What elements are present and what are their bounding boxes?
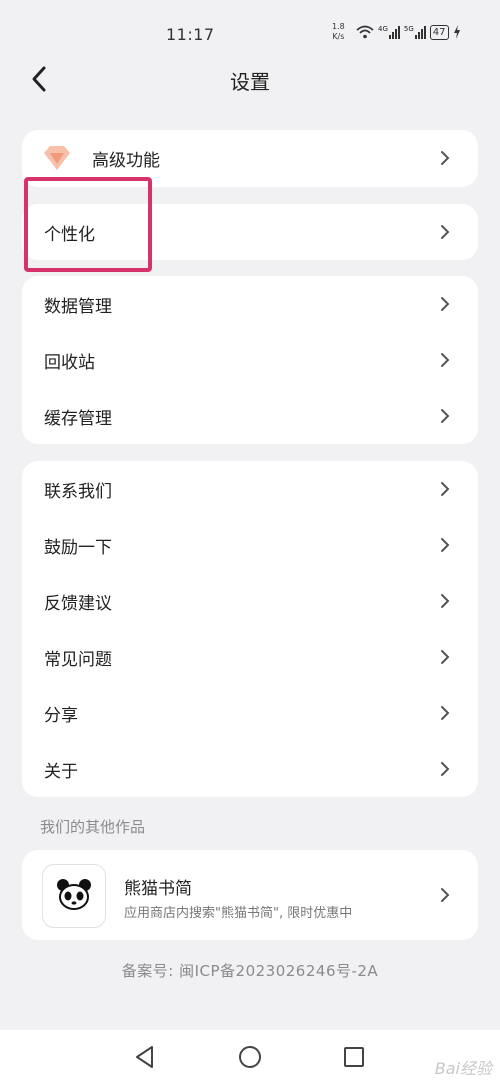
menu-item-label: 数据管理	[44, 297, 112, 317]
menu-item-label: 常见问题	[44, 650, 112, 670]
other-app-description: 应用商店内搜索"熊猫书简", 限时优惠中	[124, 906, 353, 921]
menu-item-label: 鼓励一下	[44, 538, 112, 558]
chevron-right-icon	[441, 482, 450, 496]
chevron-right-icon	[441, 297, 450, 311]
chevron-right-icon	[441, 409, 450, 423]
menu-item-encourage[interactable]: 鼓励一下	[22, 517, 478, 573]
net-speed-value: 1.8	[332, 22, 345, 31]
highlight-box	[24, 177, 152, 272]
status-icons: 4G 5G 47	[356, 22, 461, 42]
battery-icon: 47	[429, 24, 449, 40]
menu-item-cache-management[interactable]: 缓存管理	[22, 388, 478, 444]
charging-icon	[453, 25, 460, 39]
menu-item-label: 高级功能	[92, 151, 160, 171]
panda-icon	[57, 879, 91, 910]
menu-item-label: 关于	[44, 762, 78, 782]
signal-1-label: 4G	[378, 25, 388, 33]
status-time: 11:17	[166, 25, 215, 44]
signal-1-icon: 4G	[378, 25, 400, 39]
menu-item-feedback[interactable]: 反馈建议	[22, 573, 478, 629]
chevron-right-icon	[441, 151, 450, 165]
menu-item-share[interactable]: 分享	[22, 685, 478, 741]
other-works-title: 我们的其他作品	[40, 818, 146, 836]
menu-item-label: 分享	[44, 706, 78, 726]
signal-2-icon: 5G	[404, 25, 426, 39]
menu-item-label: 回收站	[44, 353, 95, 373]
menu-item-recycle-bin[interactable]: 回收站	[22, 332, 478, 388]
chevron-right-icon	[441, 594, 450, 608]
icp-record: 备案号: 闽ICP备2023026246号-2A	[121, 962, 379, 980]
chevron-right-icon	[441, 225, 450, 239]
chevron-right-icon	[441, 650, 450, 664]
page-title: 设置	[230, 70, 270, 94]
wifi-icon	[356, 25, 374, 39]
diamond-icon	[44, 146, 70, 170]
nav-home-icon[interactable]	[237, 1044, 263, 1070]
signal-2-label: 5G	[403, 25, 414, 33]
chevron-right-icon	[441, 538, 450, 552]
net-speed: 1.8 K/s	[332, 22, 345, 42]
menu-item-about[interactable]: 关于	[22, 741, 478, 797]
status-bar: 11:17 1.8 K/s 4G 5G 47	[0, 0, 500, 60]
other-app-name: 熊猫书简	[124, 879, 192, 899]
support-group-card: 联系我们 鼓励一下 反馈建议 常见问题 分享 关于	[22, 461, 478, 797]
chevron-right-icon	[441, 353, 450, 367]
menu-item-label: 缓存管理	[44, 409, 112, 429]
chevron-right-icon	[441, 706, 450, 720]
data-group-card: 数据管理 回收站 缓存管理	[22, 276, 478, 444]
system-nav-bar: Bai经验	[0, 1030, 500, 1085]
nav-recents-icon[interactable]	[341, 1044, 367, 1070]
menu-item-contact-us[interactable]: 联系我们	[22, 461, 478, 517]
watermark: Bai经验	[434, 1059, 492, 1078]
nav-back-icon[interactable]	[132, 1044, 158, 1070]
chevron-right-icon	[441, 762, 450, 776]
chevron-right-icon	[441, 888, 450, 902]
panda-app-icon	[42, 864, 106, 928]
menu-item-label: 联系我们	[44, 482, 112, 502]
top-bar: 设置	[0, 52, 500, 108]
net-speed-unit: K/s	[332, 32, 345, 41]
menu-item-data-management[interactable]: 数据管理	[22, 276, 478, 332]
menu-item-label: 反馈建议	[44, 594, 112, 614]
menu-item-faq[interactable]: 常见问题	[22, 629, 478, 685]
other-app-card[interactable]: 熊猫书简 应用商店内搜索"熊猫书简", 限时优惠中	[22, 850, 478, 940]
